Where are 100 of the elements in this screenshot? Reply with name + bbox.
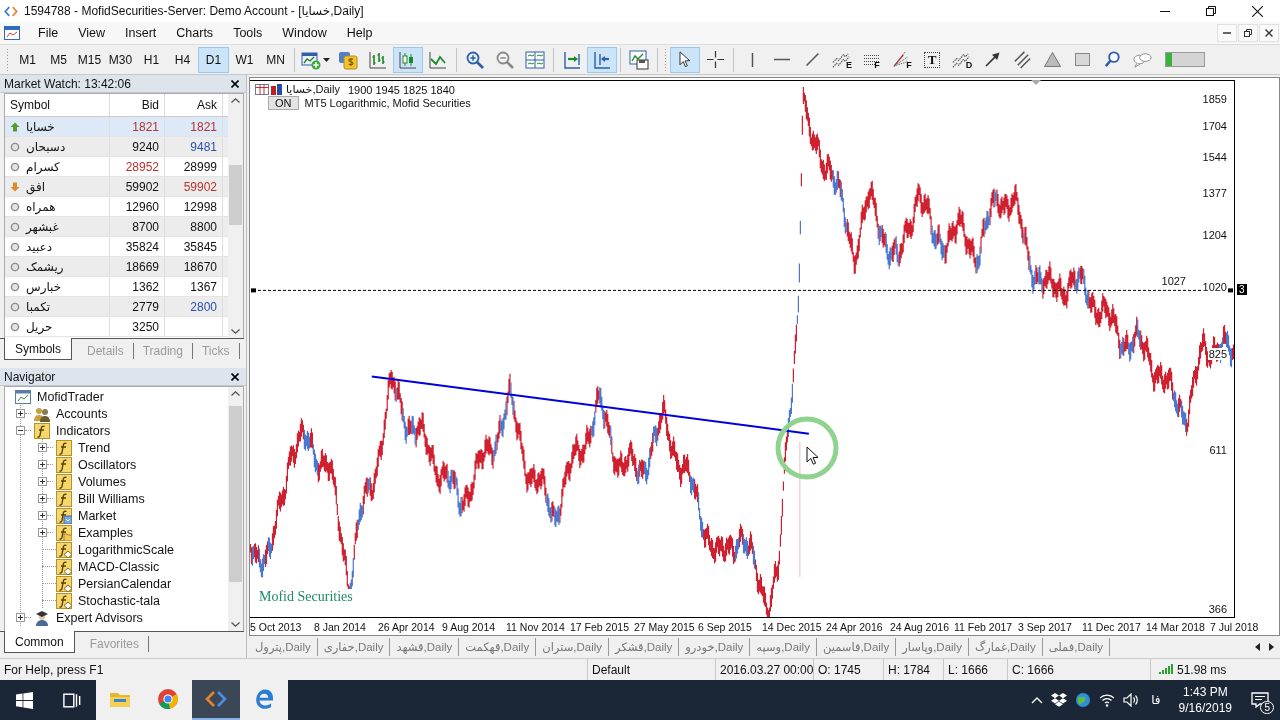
chart-tab[interactable]: قهکمت,Daily [459,638,537,656]
close-button[interactable] [1259,24,1279,42]
timeframe-button[interactable]: M5 [43,46,74,73]
tree-item[interactable]: Expert Advisors [56,610,143,625]
timeframe-button[interactable]: H1 [136,46,167,73]
timeframe-button[interactable]: D1 [198,46,229,73]
chart-tab[interactable]: خودرو,Daily [679,638,751,656]
tree-item[interactable]: Indicators [56,423,111,438]
tree-item[interactable]: Volumes [78,474,126,489]
ask-cell: 1821 [190,119,217,134]
language-indicator[interactable]: فا [1151,693,1161,707]
close-button[interactable] [229,370,241,383]
chart-tab[interactable]: قشکر,Daily [609,638,680,656]
triangle-marker-icon[interactable] [1031,80,1041,85]
ask-cell: 1367 [190,279,217,294]
chart-tab[interactable]: وسپه,Daily [750,638,817,656]
close-button[interactable] [229,77,241,90]
chart-tab[interactable]: وپاسار,Daily [896,638,969,656]
chart-tab[interactable]: قشهد,Daily [390,638,460,656]
menu-item[interactable]: Help [336,23,383,43]
expand-icon[interactable] [38,511,47,520]
timeframe-button[interactable]: W1 [229,46,260,73]
menu-item[interactable]: Insert [115,23,167,43]
menu-item[interactable]: Window [272,23,337,43]
scroll-down-icon[interactable] [231,329,240,334]
menu-item[interactable]: File [28,23,69,43]
expand-icon[interactable] [38,494,47,503]
speaker-icon[interactable] [1123,693,1140,707]
toolbar-button[interactable]: F [887,46,917,73]
people-icon [34,405,50,422]
chart-tab[interactable]: ستران,Daily [536,638,610,656]
minimize-button[interactable] [1217,24,1237,42]
tree-item[interactable]: MofidTrader [37,389,104,404]
chart-tab[interactable]: حفاری,Daily [317,638,391,656]
menu-item[interactable]: Charts [166,23,224,43]
panel-tab[interactable]: Symbols [4,338,72,360]
menu-item[interactable]: Tools [223,23,273,43]
chart-tab[interactable]: فملی,Daily [1042,638,1110,656]
scrollbar-thumb[interactable] [229,406,242,582]
panel-tab[interactable]: Common [4,631,75,653]
globe-icon[interactable] [1075,692,1092,708]
scrollbar[interactable] [228,94,243,338]
zoom-out-icon [495,49,515,70]
column-header[interactable]: Symbol [5,94,110,116]
tree-item[interactable]: Market [78,508,117,523]
bid-cell: 1362 [132,279,159,294]
toolbar-button[interactable]: E [827,46,857,73]
tree-item[interactable]: Examples [78,525,133,540]
tree-item[interactable]: Trend [78,440,111,455]
scrollbar-thumb[interactable] [229,165,242,225]
date-label: 14 Dec 2015 [762,620,823,633]
scrollbar[interactable] [228,387,243,631]
menu-item[interactable]: View [68,23,116,43]
column-header[interactable]: Bid [110,94,165,116]
expand-icon[interactable] [38,460,47,469]
tree-item[interactable]: Oscillators [78,457,137,472]
start-icon [15,691,33,709]
timeframe-button[interactable]: M15 [74,46,105,73]
chart-tab[interactable]: پترول,Daily [249,638,318,656]
scroll-down-icon[interactable] [231,622,240,627]
toolbar-button[interactable] [670,46,700,73]
chevron-up-icon[interactable] [1031,696,1044,704]
expand-icon[interactable] [16,409,25,418]
expand-icon[interactable] [38,528,47,537]
wifi-icon[interactable] [1099,693,1116,707]
restore-button[interactable] [1238,24,1258,42]
expand-icon[interactable] [16,613,25,622]
bid-cell: 35824 [125,239,159,254]
tree-item[interactable]: Bill Williams [78,491,145,506]
collapse-icon[interactable] [16,426,25,435]
text-tool-button[interactable]: T [917,46,947,73]
speech-bubbles-icon [1132,50,1152,69]
timeframe-button[interactable]: M30 [105,46,136,73]
expand-icon[interactable] [38,443,47,452]
chart-tab[interactable]: فاسمین,Daily [816,638,897,656]
tree-item[interactable]: Stochastic-tala [78,593,160,608]
column-header[interactable]: Ask [165,94,223,116]
bid-cell: 9240 [132,139,159,154]
timeframe-button[interactable]: M1 [12,46,43,73]
diamonds-icon[interactable] [1051,693,1068,707]
scroll-right-icon[interactable] [1269,643,1274,651]
toolbar-button[interactable] [587,46,617,73]
taskbar-app[interactable] [192,680,240,720]
tree-item[interactable]: LogarithmicScale [78,542,174,557]
scroll-left-icon[interactable] [1255,643,1260,651]
clock[interactable]: 1:43 PM 9/16/2019 [1170,684,1240,716]
expand-icon[interactable] [38,477,47,486]
tree-item[interactable]: PersianCalendar [78,576,172,591]
timeframe-button[interactable]: H4 [167,46,198,73]
timeframe-button[interactable]: MN [260,46,291,73]
tree-item[interactable]: MACD-Classic [78,559,160,574]
tree-item[interactable]: Accounts [56,406,108,421]
taskbar-app[interactable] [240,680,288,720]
toolbar-button[interactable]: D [947,46,977,73]
toolbar-button[interactable]: F [857,46,887,73]
search-icon [1102,50,1122,69]
scroll-up-icon[interactable] [231,391,240,396]
chart-tab[interactable]: غمارگ,Daily [968,638,1043,656]
scroll-up-icon[interactable] [231,98,240,103]
diagonal-line-icon [805,53,819,66]
